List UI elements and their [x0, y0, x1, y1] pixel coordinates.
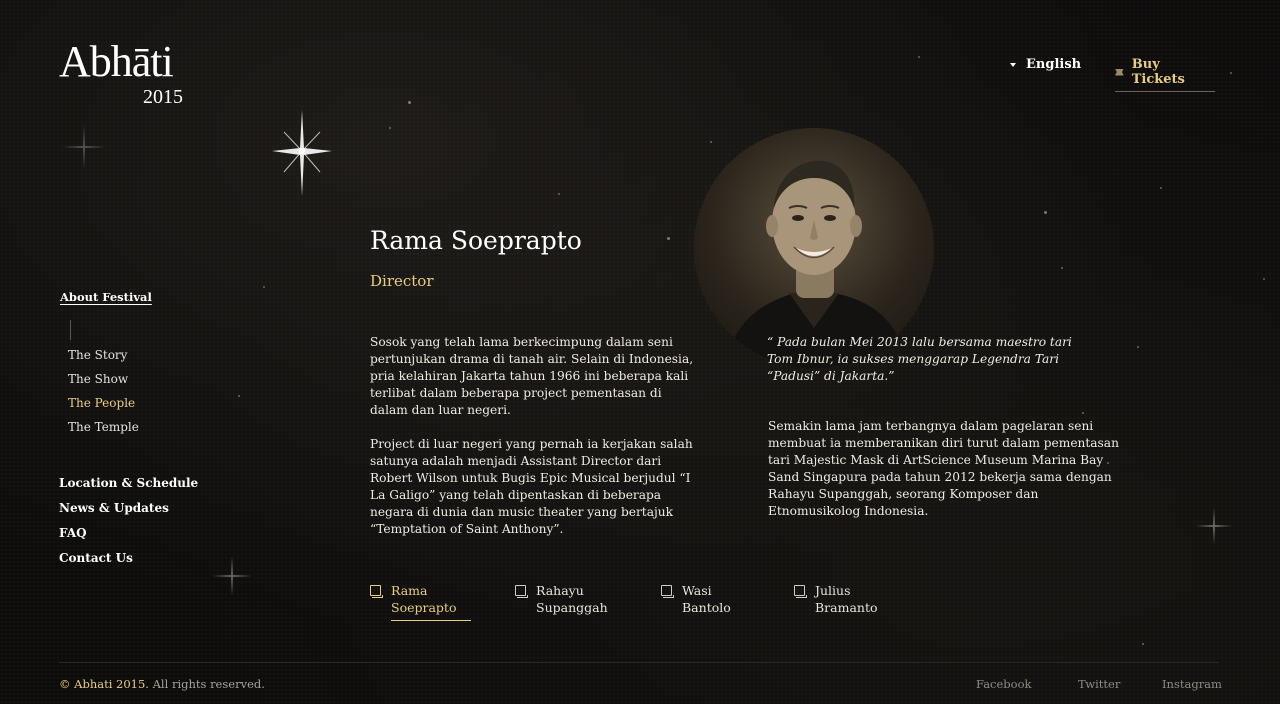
logo-wordmark: Abhāti — [59, 37, 174, 86]
nav-item-the-people[interactable]: The People — [68, 396, 139, 420]
person-role: Director — [370, 272, 434, 290]
sparkle-star-icon — [62, 125, 106, 169]
background-star — [263, 286, 265, 288]
people-tab-label: Rahayu Supanggah — [536, 582, 608, 621]
footer-link-instagram[interactable]: Instagram — [1162, 677, 1222, 691]
book-icon — [794, 585, 807, 598]
background-star — [1230, 72, 1232, 74]
person-quote: “ Pada bulan Mei 2013 lalu bersama maest… — [767, 335, 1072, 383]
people-tab-label: Wasi Bantolo — [682, 582, 731, 621]
background-star — [1160, 187, 1162, 189]
background-star — [667, 237, 670, 240]
language-label: English — [1026, 57, 1082, 72]
person-bio-continued: Semakin lama jam terbangnya dalam pagela… — [768, 419, 1119, 518]
people-first-name: Rahayu — [536, 583, 584, 598]
people-last-name: Bantolo — [682, 600, 731, 615]
footer-link-facebook[interactable]: Facebook — [976, 677, 1031, 691]
ticket-icon — [1115, 68, 1124, 76]
people-tab-rama-soeprapto[interactable]: Rama Soeprapto — [370, 582, 515, 621]
people-first-name: Julius — [815, 583, 851, 598]
people-tab-label: Rama Soeprapto — [391, 582, 471, 621]
nav-about-festival[interactable]: About Festival — [60, 290, 152, 304]
bio-paragraph: Sosok yang telah lama berkecimpung dalam… — [370, 335, 694, 417]
book-icon — [661, 585, 674, 598]
people-tab-julius-bramanto[interactable]: Julius Bramanto — [794, 582, 914, 621]
people-last-name: Supanggah — [536, 600, 608, 615]
copyright-rights: All rights reserved. — [148, 677, 265, 691]
main-navigation: Location & Schedule News & Updates FAQ C… — [59, 476, 198, 576]
logo[interactable]: Abhāti 2015 — [59, 37, 183, 109]
portrait-image — [724, 160, 909, 368]
people-last-name: Bramanto — [815, 600, 878, 615]
people-first-name: Rama — [391, 583, 428, 598]
sparkle-star-icon — [212, 556, 252, 596]
copyright: © Abhati 2015. All rights reserved. — [59, 677, 265, 691]
background-star — [389, 127, 391, 129]
people-selector: Rama Soeprapto Rahayu Supanggah Wasi Ban… — [370, 582, 914, 621]
person-name: Rama Soeprapto — [370, 226, 582, 255]
person-portrait — [694, 128, 934, 368]
copyright-brand: © Abhati 2015. — [59, 677, 149, 691]
background-star — [1263, 278, 1265, 280]
nav-item-news-updates[interactable]: News & Updates — [59, 501, 198, 526]
buy-tickets-button[interactable]: Buy Tickets — [1115, 57, 1215, 92]
language-selector[interactable]: English — [1010, 57, 1081, 72]
nav-item-location-schedule[interactable]: Location & Schedule — [59, 476, 198, 501]
sub-navigation: The Story The Show The People The Temple — [68, 348, 139, 444]
book-icon — [515, 585, 528, 598]
people-tab-rahayu-supanggah[interactable]: Rahayu Supanggah — [515, 582, 661, 621]
background-star — [1137, 346, 1139, 348]
background-star — [558, 193, 560, 195]
buy-tickets-label: Buy Tickets — [1131, 57, 1185, 87]
background-star — [710, 141, 712, 143]
person-bio: Sosok yang telah lama berkecimpung dalam… — [370, 334, 700, 555]
people-first-name: Wasi — [682, 583, 712, 598]
people-tab-label: Julius Bramanto — [815, 582, 878, 621]
caret-down-icon — [1010, 62, 1016, 67]
nav-item-faq[interactable]: FAQ — [59, 526, 198, 551]
background-star — [238, 395, 240, 397]
nav-divider — [70, 320, 71, 340]
nav-item-the-story[interactable]: The Story — [68, 348, 139, 372]
logo-year: 2015 — [143, 86, 183, 108]
background-star — [1082, 412, 1084, 414]
nav-item-the-show[interactable]: The Show — [68, 372, 139, 396]
people-tab-wasi-bantolo[interactable]: Wasi Bantolo — [661, 582, 794, 621]
background-star — [918, 56, 920, 58]
nav-item-the-temple[interactable]: The Temple — [68, 420, 139, 444]
people-last-name: Soeprapto — [391, 600, 457, 615]
sparkle-star-icon — [272, 110, 332, 196]
footer-link-twitter[interactable]: Twitter — [1078, 677, 1120, 691]
bio-paragraph: Project di luar negeri yang pernah ia ke… — [370, 437, 693, 536]
nav-item-contact-us[interactable]: Contact Us — [59, 551, 198, 576]
footer-divider — [59, 662, 1219, 663]
background-star — [1044, 211, 1047, 214]
book-icon — [370, 585, 383, 598]
background-star — [1142, 643, 1144, 645]
sparkle-star-icon — [1196, 508, 1232, 544]
background-star — [1061, 267, 1063, 269]
background-star — [408, 101, 411, 104]
